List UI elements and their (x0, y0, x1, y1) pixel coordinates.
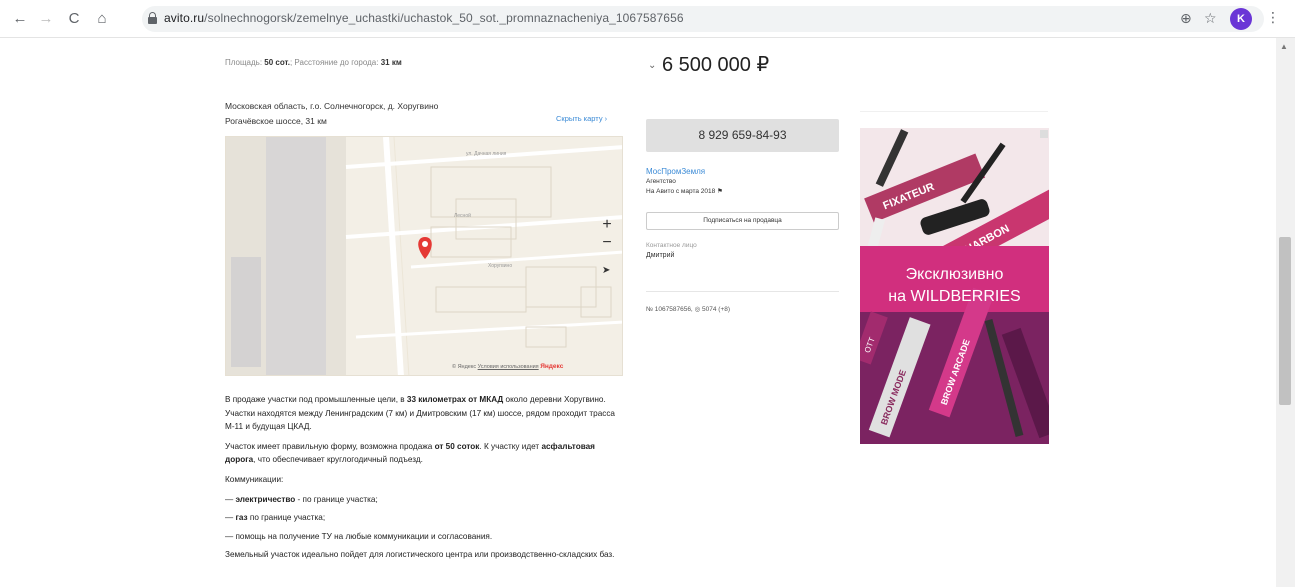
listing-description: В продаже участки под промышленные цели,… (225, 393, 620, 568)
list-item: — газ по границе участка; (225, 513, 326, 523)
map-pin-icon[interactable] (418, 237, 432, 259)
svg-text:Лесной: Лесной (454, 212, 471, 219)
forward-arrow-icon[interactable]: → (36, 9, 56, 29)
ad-info-icon[interactable] (1040, 130, 1048, 138)
zoom-icon[interactable]: ⊕ (1180, 10, 1192, 27)
browser-toolbar: ← → C ⌂ avito.ru/solnechnogorsk/zemelnye… (0, 0, 1295, 38)
contact-label: Контактное лицо (646, 242, 697, 249)
description-paragraph: Земельный участок идеально пойдет для ло… (225, 550, 615, 560)
seller-since: На Авито с марта 2018 ⚑ (646, 188, 723, 195)
show-phone-button[interactable]: 8 929 659-84-93 (646, 119, 839, 152)
list-item: — помощь на получение ТУ на любые коммун… (225, 531, 493, 541)
banner-headline-line: на WILDBERRIES (888, 288, 1021, 305)
lock-icon[interactable] (148, 12, 157, 24)
map-terms-link[interactable]: Условия использования (478, 364, 539, 370)
description-paragraph: Участок имеет правильную форму, возможна… (225, 441, 595, 465)
browser-menu-icon[interactable]: ⋮ (1266, 9, 1280, 26)
list-item: — электричество - по границе участка; (225, 494, 378, 504)
contact-name: Дмитрий (646, 252, 675, 259)
description-paragraph: Коммуникации: (225, 474, 284, 484)
map-drawing: ул. Дачная линия Лесной Хоругвино (226, 137, 622, 375)
bookmark-star-icon[interactable]: ☆ (1204, 10, 1217, 27)
address-line-1: Московская область, г.о. Солнечногорск, … (225, 101, 439, 111)
ad-slot-top (860, 40, 1048, 112)
ad-number-views: № 1067587656, ◎ 5074 (+8) (646, 306, 731, 313)
scroll-up-icon[interactable]: ▲ (1280, 42, 1288, 51)
verified-icon: ⚑ (717, 188, 723, 195)
zoom-out-icon[interactable]: − (597, 234, 617, 252)
reload-icon[interactable]: C (64, 9, 84, 29)
price: ⌄ 6 500 000 ₽ (648, 54, 770, 76)
url-text[interactable]: avito.ru/solnechnogorsk/zemelnye_uchastk… (164, 11, 684, 25)
home-icon[interactable]: ⌂ (92, 9, 112, 29)
price-dropdown-icon[interactable]: ⌄ (648, 60, 656, 71)
banner-headline: Эксклюзивно на WILDBERRIES (860, 264, 1049, 308)
address-line-2: Рогачёвское шоссе, 31 км (225, 116, 327, 126)
profile-avatar[interactable]: K (1230, 8, 1252, 30)
map-credit: © Яндекс Условия использования Яндекс (452, 363, 564, 370)
listing-params: Площадь: 50 сот.; Расстояние до города: … (225, 58, 402, 67)
geolocate-icon[interactable]: ➤ (602, 265, 610, 276)
listing-address: Московская область, г.о. Солнечногорск, … (225, 99, 438, 129)
hide-map-link[interactable]: Скрыть карту › (556, 114, 607, 123)
svg-text:Хоругвино: Хоругвино (488, 263, 512, 269)
location-map[interactable]: ул. Дачная линия Лесной Хоругвино (225, 136, 623, 376)
subscribe-button[interactable]: Подписаться на продавца (646, 212, 839, 230)
svg-text:ул. Дачная линия: ул. Дачная линия (466, 151, 507, 157)
seller-type: Агентство (646, 178, 676, 185)
back-arrow-icon[interactable]: ← (10, 9, 30, 29)
description-paragraph: В продаже участки под промышленные цели,… (225, 395, 615, 432)
map-zoom-controls[interactable]: + − (597, 216, 617, 252)
yandex-logo: Яндекс (540, 363, 564, 370)
seller-name-link[interactable]: МосПромЗемля (646, 167, 705, 176)
scrollbar-thumb[interactable] (1279, 237, 1291, 405)
banner-headline-line: Эксклюзивно (905, 266, 1004, 283)
divider (646, 291, 839, 292)
zoom-in-icon[interactable]: + (597, 216, 617, 234)
